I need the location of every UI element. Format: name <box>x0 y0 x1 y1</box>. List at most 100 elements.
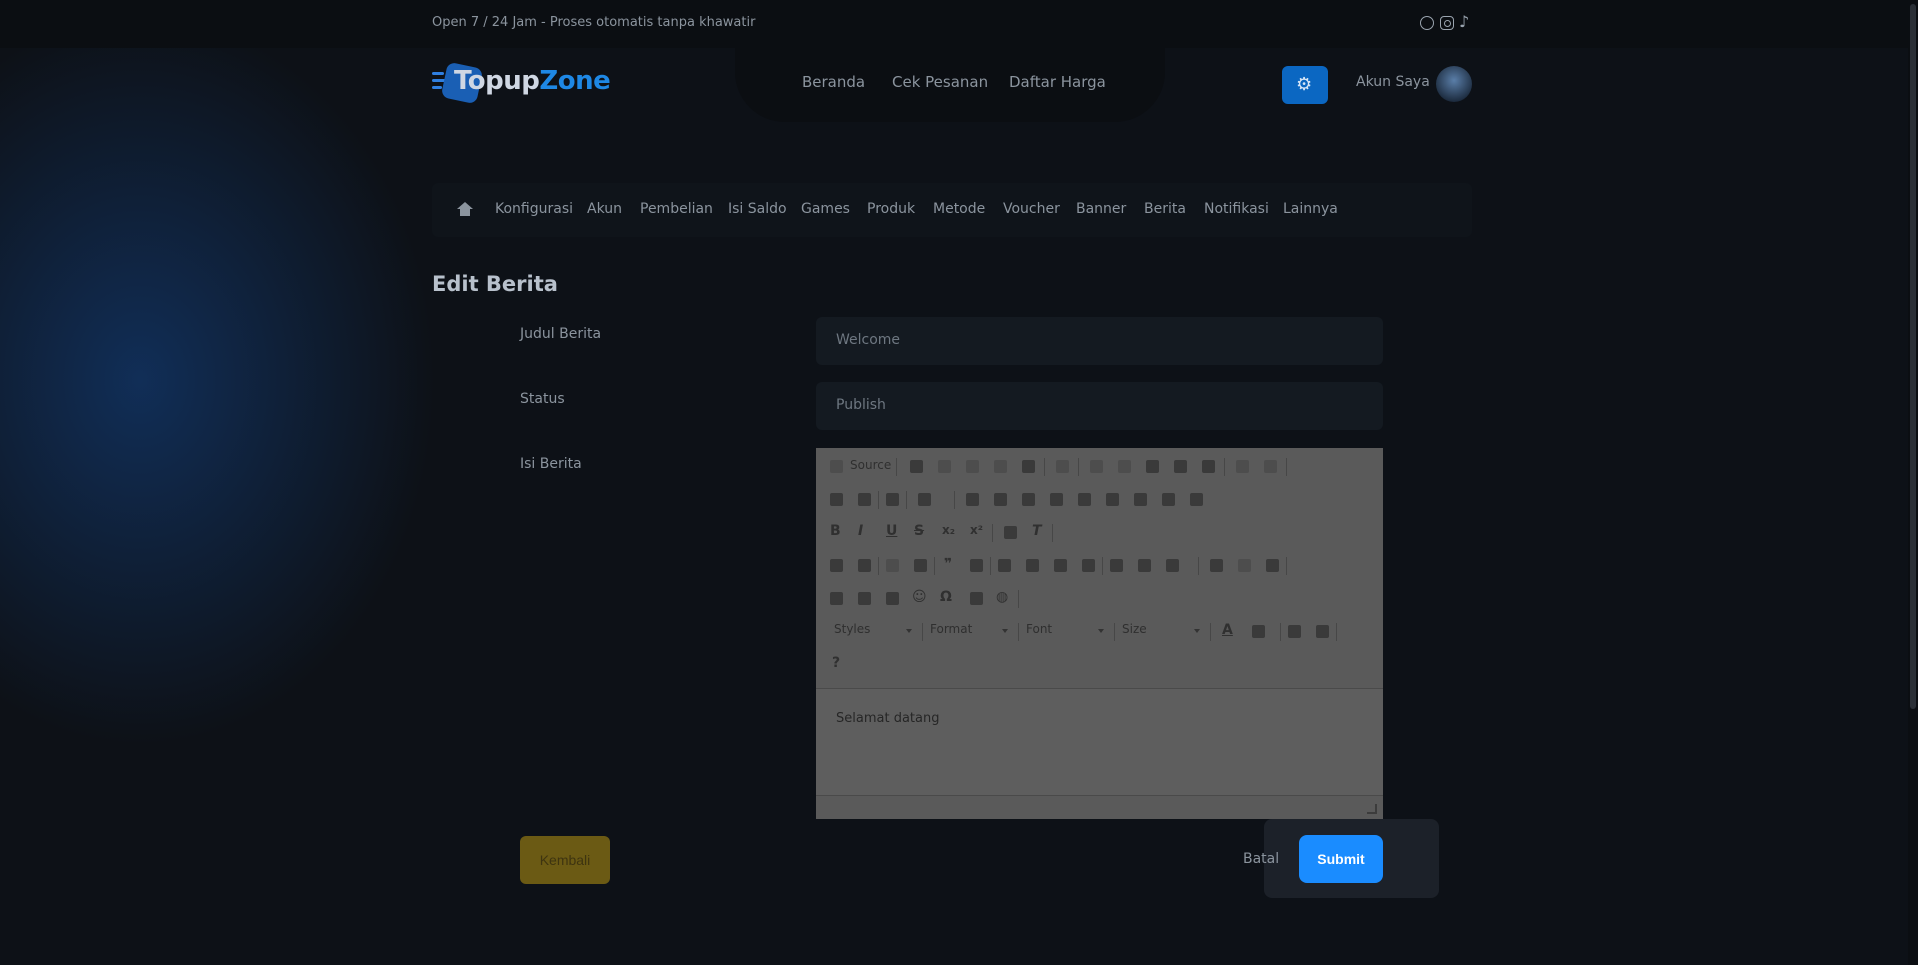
export-pdf-icon[interactable] <box>966 460 979 473</box>
numbered-list-icon[interactable] <box>830 559 843 572</box>
save-icon[interactable] <box>910 460 923 473</box>
unlink-icon[interactable] <box>1238 559 1251 572</box>
menu-notifikasi[interactable]: Notifikasi <box>1204 201 1269 217</box>
hidden-field-icon[interactable] <box>1190 493 1203 506</box>
div-container-icon[interactable] <box>970 559 983 572</box>
nav-daftar-harga[interactable]: Daftar Harga <box>1009 73 1106 91</box>
outdent-icon[interactable] <box>886 559 899 572</box>
select-all-icon[interactable] <box>886 493 899 506</box>
styles-combo[interactable]: Styles <box>834 622 916 640</box>
image-button-icon[interactable] <box>1162 493 1175 506</box>
help-icon[interactable]: ? <box>832 655 840 671</box>
new-page-icon[interactable] <box>938 460 951 473</box>
nav-beranda[interactable]: Beranda <box>802 73 865 91</box>
italic-icon[interactable]: I <box>858 523 863 539</box>
scrollbar-thumb[interactable] <box>1910 4 1916 709</box>
strike-icon[interactable]: S <box>914 523 924 539</box>
subscript-icon[interactable]: x₂ <box>942 523 955 537</box>
rich-text-editor: Source B I U S x₂ x² T ❞ ☺ Ω ◍ Styles Fo… <box>816 448 1383 819</box>
language-icon[interactable] <box>1166 559 1179 572</box>
back-button[interactable]: Kembali <box>520 836 610 884</box>
editor-content-area[interactable]: Selamat datang <box>816 688 1383 796</box>
menu-metode[interactable]: Metode <box>933 201 985 217</box>
cancel-button[interactable]: Batal <box>1243 851 1279 867</box>
superscript-icon[interactable]: x² <box>970 523 983 537</box>
horizontal-rule-icon[interactable] <box>886 592 899 605</box>
align-center-icon[interactable] <box>1026 559 1039 572</box>
link-icon[interactable] <box>1210 559 1223 572</box>
bold-icon[interactable]: B <box>830 523 841 539</box>
home-icon[interactable] <box>457 202 473 216</box>
account-label[interactable]: Akun Saya <box>1356 74 1430 90</box>
gear-icon: ⚙ <box>1296 74 1313 95</box>
resize-handle-icon[interactable] <box>1367 804 1377 814</box>
button-field-icon[interactable] <box>1134 493 1147 506</box>
table-icon[interactable] <box>858 592 871 605</box>
redo-icon[interactable] <box>1264 460 1277 473</box>
select-field-icon[interactable] <box>1106 493 1119 506</box>
replace-icon[interactable] <box>858 493 871 506</box>
form-icon[interactable] <box>966 493 979 506</box>
menu-pembelian[interactable]: Pembelian <box>640 201 713 217</box>
source-button[interactable]: Source <box>850 458 891 472</box>
align-left-icon[interactable] <box>998 559 1011 572</box>
preview-icon[interactable] <box>994 460 1007 473</box>
menu-produk[interactable]: Produk <box>867 201 915 217</box>
whatsapp-icon[interactable] <box>1420 16 1434 30</box>
maximize-icon[interactable] <box>1288 625 1301 638</box>
submit-button[interactable]: Submit <box>1299 835 1383 883</box>
menu-banner[interactable]: Banner <box>1076 201 1126 217</box>
anchor-flag-icon[interactable] <box>1266 559 1279 572</box>
size-combo[interactable]: Size <box>1122 622 1204 640</box>
remove-format-icon[interactable]: T <box>1032 523 1042 539</box>
avatar[interactable] <box>1436 66 1472 102</box>
menu-berita[interactable]: Berita <box>1144 201 1186 217</box>
menu-akun[interactable]: Akun <box>587 201 622 217</box>
status-select[interactable]: Publish <box>816 382 1383 430</box>
justify-icon[interactable] <box>1082 559 1095 572</box>
templates-icon[interactable] <box>1056 460 1069 473</box>
copy-format-icon[interactable] <box>1004 526 1017 539</box>
paste-icon[interactable] <box>1146 460 1159 473</box>
copy-icon[interactable] <box>1118 460 1131 473</box>
smiley-icon[interactable]: ☺ <box>912 589 927 605</box>
text-color-icon[interactable]: A <box>1222 622 1233 638</box>
menu-games[interactable]: Games <box>801 201 850 217</box>
paste-text-icon[interactable] <box>1174 460 1187 473</box>
cut-icon[interactable] <box>1090 460 1103 473</box>
checkbox-icon[interactable] <box>994 493 1007 506</box>
underline-icon[interactable]: U <box>886 523 897 539</box>
font-combo[interactable]: Font <box>1026 622 1108 640</box>
page-break-icon[interactable] <box>970 592 983 605</box>
align-right-icon[interactable] <box>1054 559 1067 572</box>
judul-input[interactable]: Welcome <box>816 317 1383 365</box>
radio-icon[interactable] <box>1022 493 1035 506</box>
print-icon[interactable] <box>1022 460 1035 473</box>
nav-cek-pesanan[interactable]: Cek Pesanan <box>892 73 988 91</box>
undo-icon[interactable] <box>1236 460 1249 473</box>
rtl-icon[interactable] <box>1138 559 1151 572</box>
menu-lainnya[interactable]: Lainnya <box>1283 201 1338 217</box>
iframe-globe-icon[interactable]: ◍ <box>996 589 1008 605</box>
indent-icon[interactable] <box>914 559 927 572</box>
instagram-icon[interactable] <box>1440 16 1454 30</box>
menu-isi-saldo[interactable]: Isi Saldo <box>728 201 787 217</box>
special-char-icon[interactable]: Ω <box>940 589 952 605</box>
bulleted-list-icon[interactable] <box>858 559 871 572</box>
image-icon[interactable] <box>830 592 843 605</box>
bg-color-icon[interactable] <box>1252 625 1265 638</box>
menu-voucher[interactable]: Voucher <box>1003 201 1060 217</box>
menu-konfigurasi[interactable]: Konfigurasi <box>495 201 573 217</box>
find-icon[interactable] <box>830 493 843 506</box>
textarea-icon[interactable] <box>1078 493 1091 506</box>
textfield-icon[interactable] <box>1050 493 1063 506</box>
tiktok-icon[interactable]: ♪ <box>1459 12 1469 32</box>
settings-button[interactable]: ⚙ <box>1282 66 1328 104</box>
blockquote-icon[interactable]: ❞ <box>944 556 952 572</box>
show-blocks-icon[interactable] <box>1316 625 1329 638</box>
paste-word-icon[interactable] <box>1202 460 1215 473</box>
ltr-icon[interactable] <box>1110 559 1123 572</box>
logo[interactable]: TopupZone <box>432 61 611 106</box>
format-combo[interactable]: Format <box>930 622 1012 640</box>
spellcheck-icon[interactable] <box>918 493 931 506</box>
